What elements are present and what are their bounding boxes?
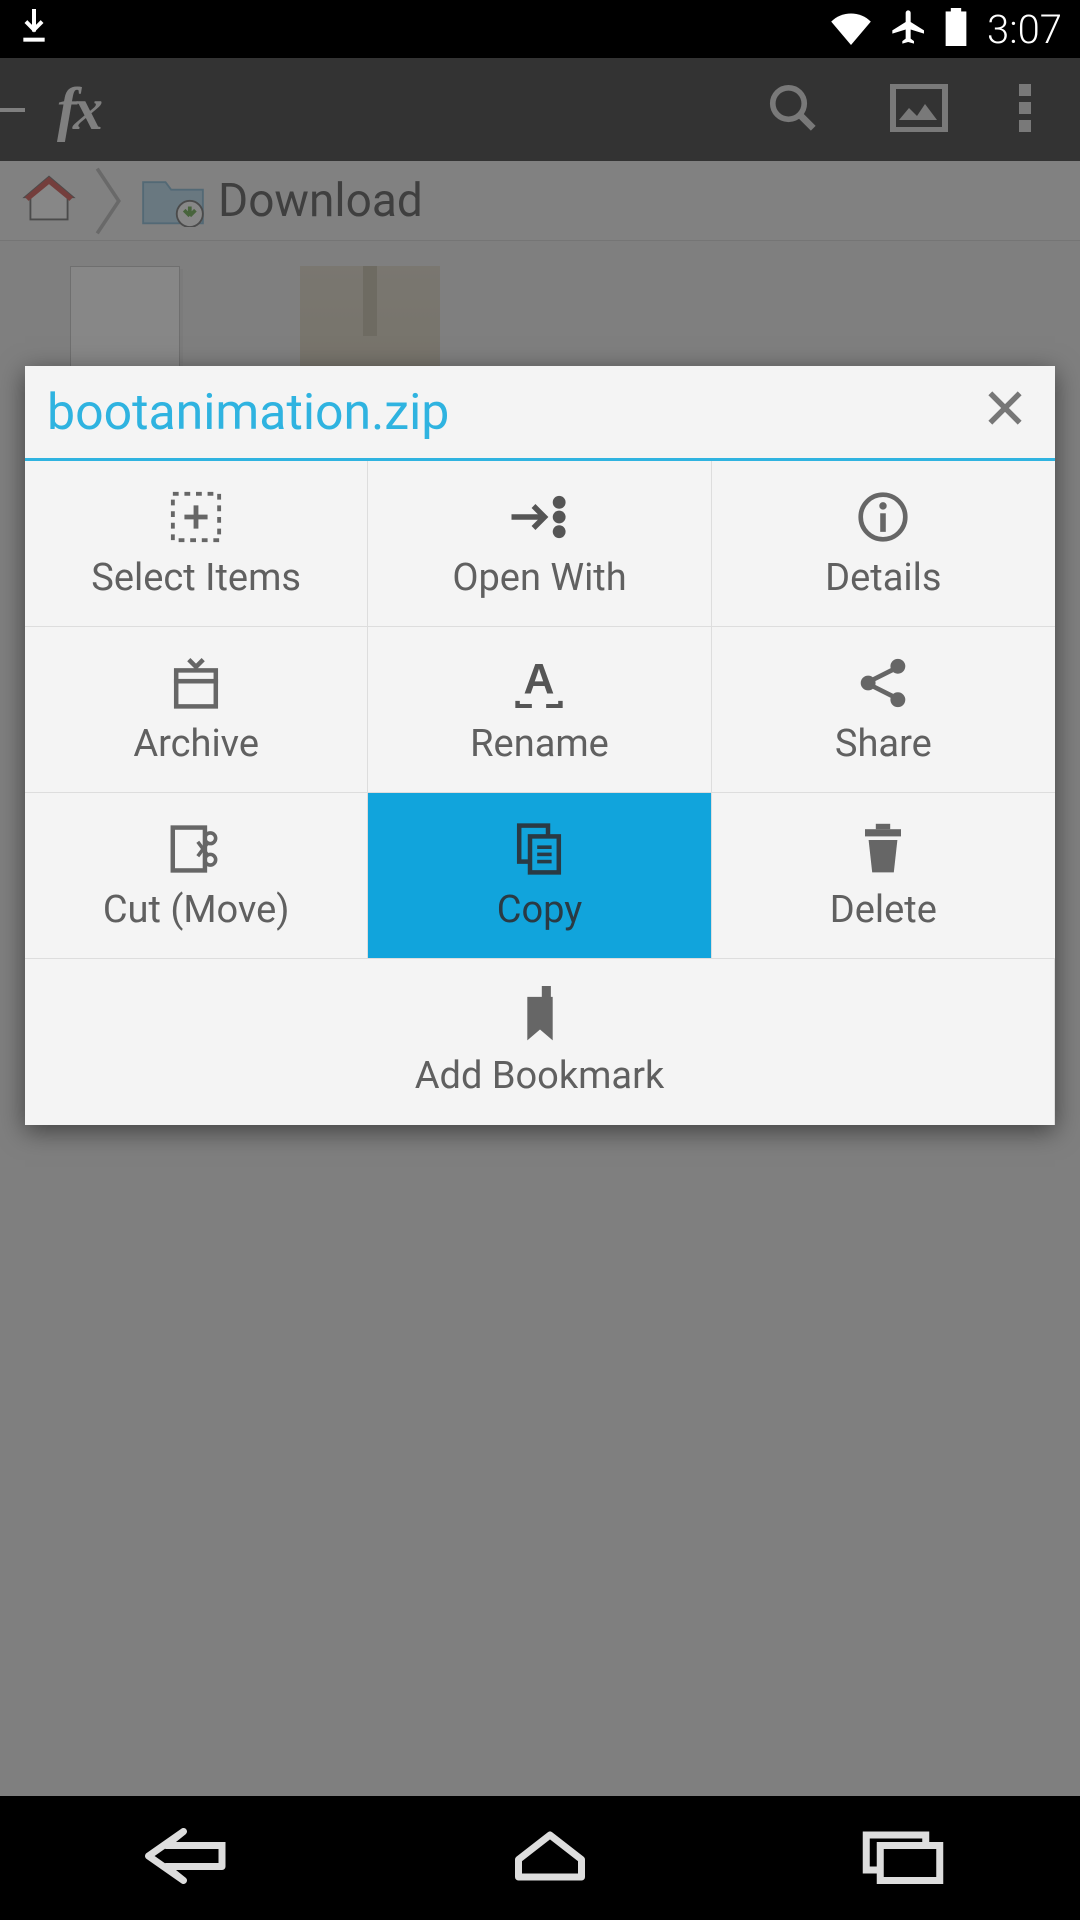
archive-icon <box>170 654 222 712</box>
copy-icon <box>514 820 564 878</box>
delete-button[interactable]: Delete <box>712 793 1055 959</box>
cut-button[interactable]: Cut (Move) <box>25 793 368 959</box>
wifi-icon <box>829 9 873 49</box>
select-items-icon <box>169 488 223 546</box>
status-bar: 3:07 <box>0 0 1080 58</box>
dialog-title: bootanimation.zip <box>47 384 449 442</box>
close-icon[interactable] <box>983 385 1027 442</box>
open-with-icon <box>507 488 571 546</box>
airplane-mode-icon <box>889 7 929 51</box>
context-dialog: bootanimation.zip Select Items Open With… <box>25 366 1055 1125</box>
details-button[interactable]: Details <box>712 461 1055 627</box>
open-with-button[interactable]: Open With <box>368 461 711 627</box>
back-button[interactable] <box>132 1828 242 1888</box>
info-icon <box>857 488 909 546</box>
rename-icon: A <box>509 654 569 712</box>
svg-text:A: A <box>524 658 555 704</box>
select-items-button[interactable]: Select Items <box>25 461 368 627</box>
download-indicator-icon <box>18 8 50 50</box>
cut-icon <box>168 820 224 878</box>
navigation-bar <box>0 1796 1080 1920</box>
trash-icon <box>861 820 905 878</box>
home-button[interactable] <box>507 1828 593 1888</box>
clock-time: 3:07 <box>987 6 1062 53</box>
share-button[interactable]: Share <box>712 627 1055 793</box>
share-icon <box>857 654 909 712</box>
battery-icon <box>945 8 967 50</box>
rename-button[interactable]: A Rename <box>368 627 711 793</box>
copy-button[interactable]: Copy <box>368 793 711 959</box>
add-bookmark-button[interactable]: Add Bookmark <box>25 959 1055 1125</box>
bookmark-icon <box>520 986 560 1044</box>
recent-apps-button[interactable] <box>858 1828 948 1888</box>
archive-button[interactable]: Archive <box>25 627 368 793</box>
